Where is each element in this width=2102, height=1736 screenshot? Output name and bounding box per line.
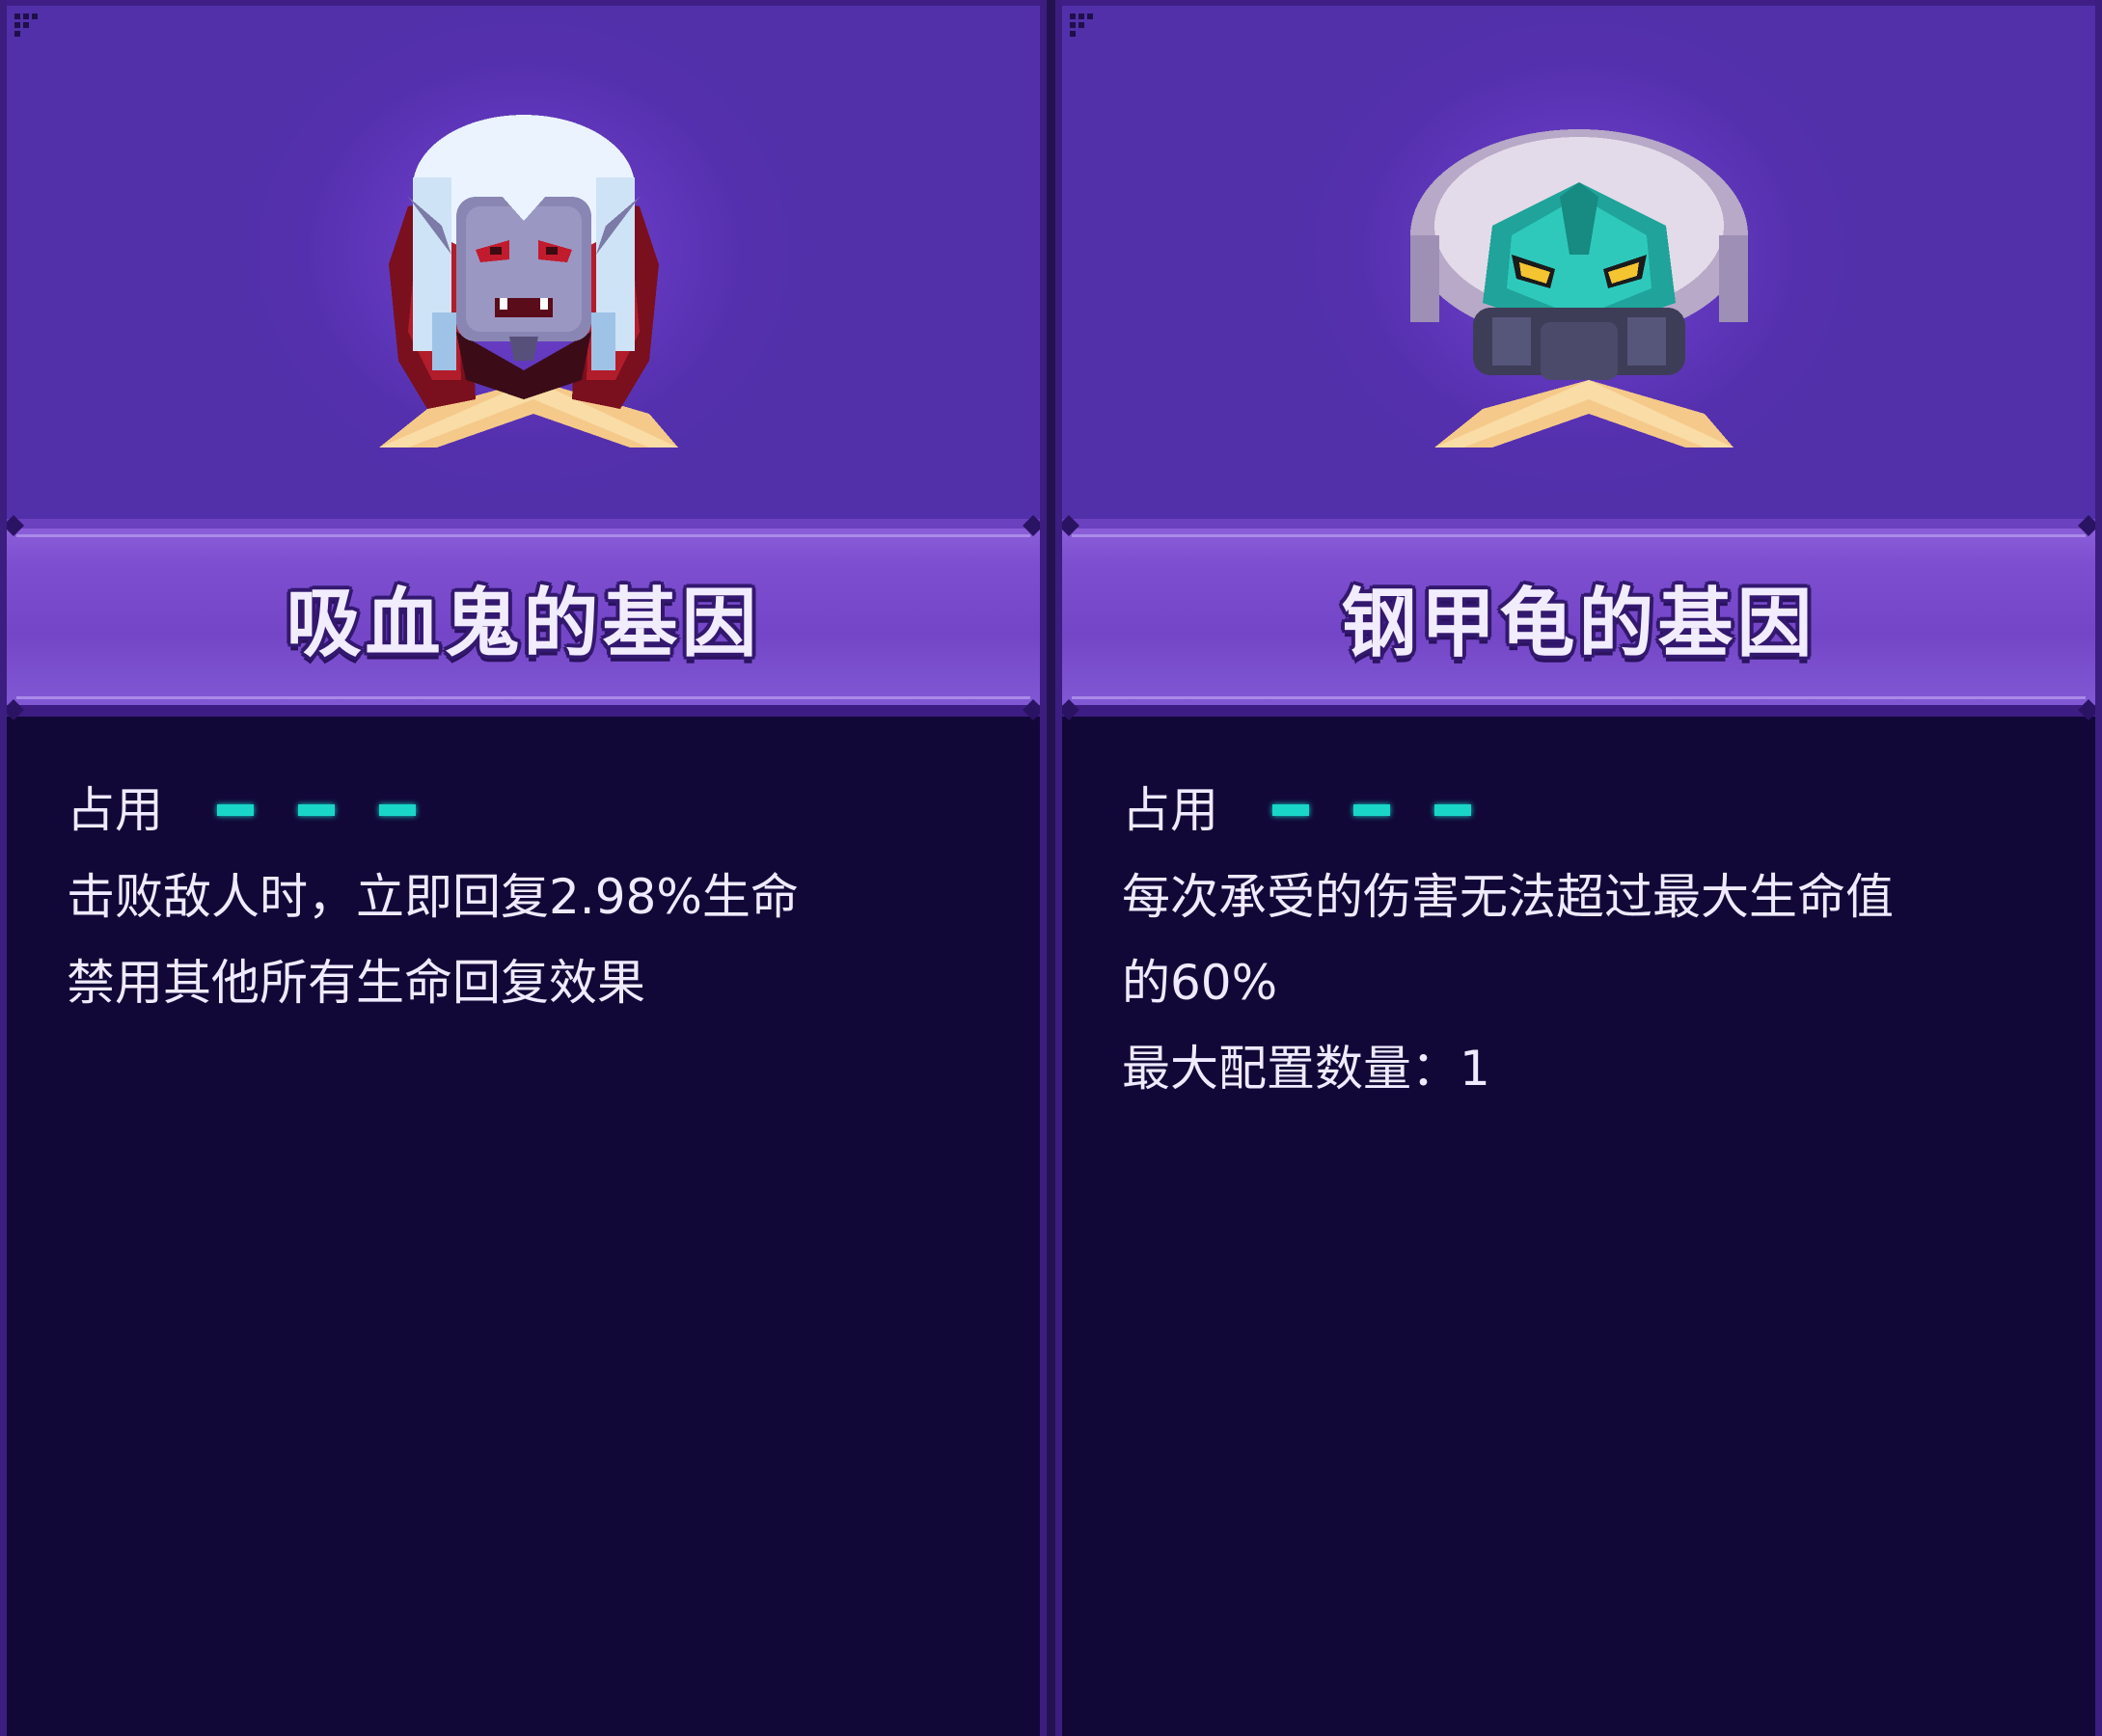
slot-cost-label: 占用 [1122,781,1218,838]
corner-dots-icon [1070,14,1093,37]
slot-pip [298,804,335,816]
card-title: 吸血鬼的基因 [286,580,761,667]
gene-card-armored-turtle[interactable]: 钢甲龟的基因 占用 每次承受的伤害无法超过最大生命值 的60% 最大配置数量：1 [1055,0,2102,1736]
band-corner-icon [1062,515,1079,536]
slot-pip [1353,804,1390,816]
portrait-panel [7,0,1040,519]
max-config-line: 最大配置数量：1 [1122,1041,1490,1097]
band-corner-icon [1023,699,1040,720]
band-corner-icon [1062,699,1079,720]
band-corner-icon [1023,515,1040,536]
band-corner-icon [7,699,24,720]
card-title: 钢甲龟的基因 [1341,580,1816,667]
slot-pip [1272,804,1309,816]
slot-pip [379,804,416,816]
slot-cost-row: 占用 [67,772,1001,849]
card-description: 占用 每次承受的伤害无法超过最大生命值 的60% 最大配置数量：1 [1122,772,2057,1112]
vampire-portrait-icon [378,115,678,448]
effect-line: 禁用其他所有生命回复效果 [67,955,645,1011]
effect-line: 的60% [1122,955,1278,1011]
gene-cards-screen: 吸血鬼的基因 占用 击败敌人时，立即回复2.98%生命 禁用其他所有生命回复效果 [0,0,2102,1736]
band-corner-icon [2078,515,2095,536]
band-corner-icon [2078,699,2095,720]
effect-line: 每次承受的伤害无法超过最大生命值 [1122,869,1894,925]
portrait-panel [1062,0,2095,519]
card-description: 占用 击败敌人时，立即回复2.98%生命 禁用其他所有生命回复效果 [67,772,1001,1026]
title-band: 吸血鬼的基因 [7,515,1040,720]
slot-cost-label: 占用 [67,781,163,838]
armored-turtle-portrait-icon [1409,129,1748,448]
slot-pip [217,804,254,816]
corner-dots-icon [14,14,38,37]
band-corner-icon [7,515,24,536]
effect-line: 击败敌人时，立即回复2.98%生命 [67,869,799,925]
title-band: 钢甲龟的基因 [1062,515,2095,720]
slot-pip [1434,804,1471,816]
gene-card-vampire[interactable]: 吸血鬼的基因 占用 击败敌人时，立即回复2.98%生命 禁用其他所有生命回复效果 [0,0,1047,1736]
slot-cost-row: 占用 [1122,772,2057,849]
